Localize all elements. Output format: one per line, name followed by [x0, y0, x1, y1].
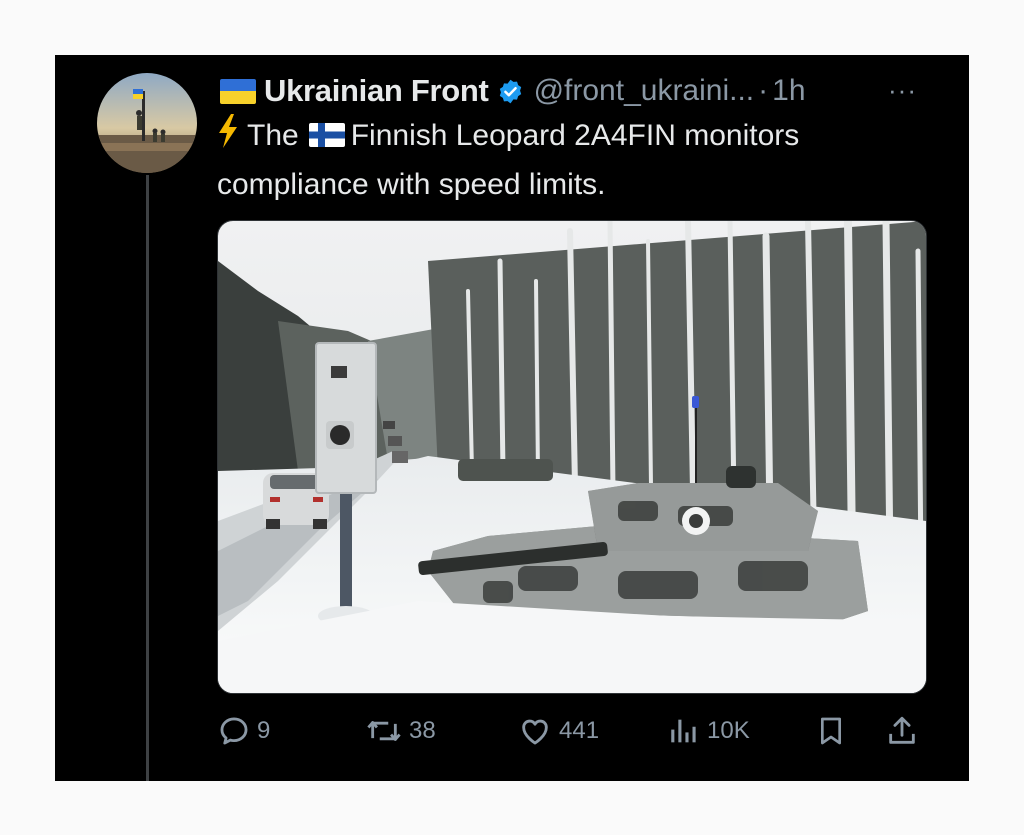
lightning-bolt-icon — [217, 114, 239, 162]
action-bar: 9 38 441 10K — [217, 711, 927, 751]
tweet-text: The Finnish Leopard 2A4FIN monitors comp… — [217, 113, 937, 208]
reply-button[interactable]: 9 — [217, 711, 270, 751]
verified-badge-icon[interactable] — [497, 78, 524, 105]
bookmark-button[interactable] — [815, 711, 847, 751]
views-icon — [671, 719, 696, 743]
tweet-card: Ukrainian Front @front_ukraini... · 1h ·… — [55, 55, 969, 781]
views-button[interactable]: 10K — [667, 711, 750, 751]
separator: · — [758, 74, 769, 107]
author-handle[interactable]: @front_ukraini... — [534, 74, 755, 108]
avatar[interactable] — [97, 73, 197, 173]
tweet-text-body: Finnish Leopard 2A4FIN monitors complian… — [217, 119, 800, 201]
like-count: 441 — [559, 717, 600, 744]
tweet-photo[interactable] — [217, 220, 927, 694]
share-icon — [889, 716, 915, 744]
views-count: 10K — [707, 717, 750, 744]
retweet-button[interactable]: 38 — [365, 711, 436, 751]
thread-line — [146, 175, 149, 781]
tweet-header: Ukrainian Front @front_ukraini... · 1h — [220, 71, 806, 111]
reply-icon — [220, 717, 248, 745]
retweet-icon — [367, 721, 401, 741]
tweet-text-lead: The — [247, 119, 299, 152]
reply-count: 9 — [257, 717, 271, 744]
author-name[interactable]: Ukrainian Front — [264, 73, 489, 109]
bookmark-icon — [821, 717, 841, 745]
like-button[interactable]: 441 — [517, 711, 599, 751]
ukraine-flag-icon — [220, 78, 256, 104]
finland-flag-icon — [308, 123, 345, 147]
retweet-count: 38 — [409, 717, 436, 744]
timestamp[interactable]: 1h — [772, 74, 805, 108]
share-button[interactable] — [885, 711, 919, 751]
heart-icon — [522, 719, 548, 745]
more-horizontal-icon[interactable]: ··· — [888, 75, 917, 106]
